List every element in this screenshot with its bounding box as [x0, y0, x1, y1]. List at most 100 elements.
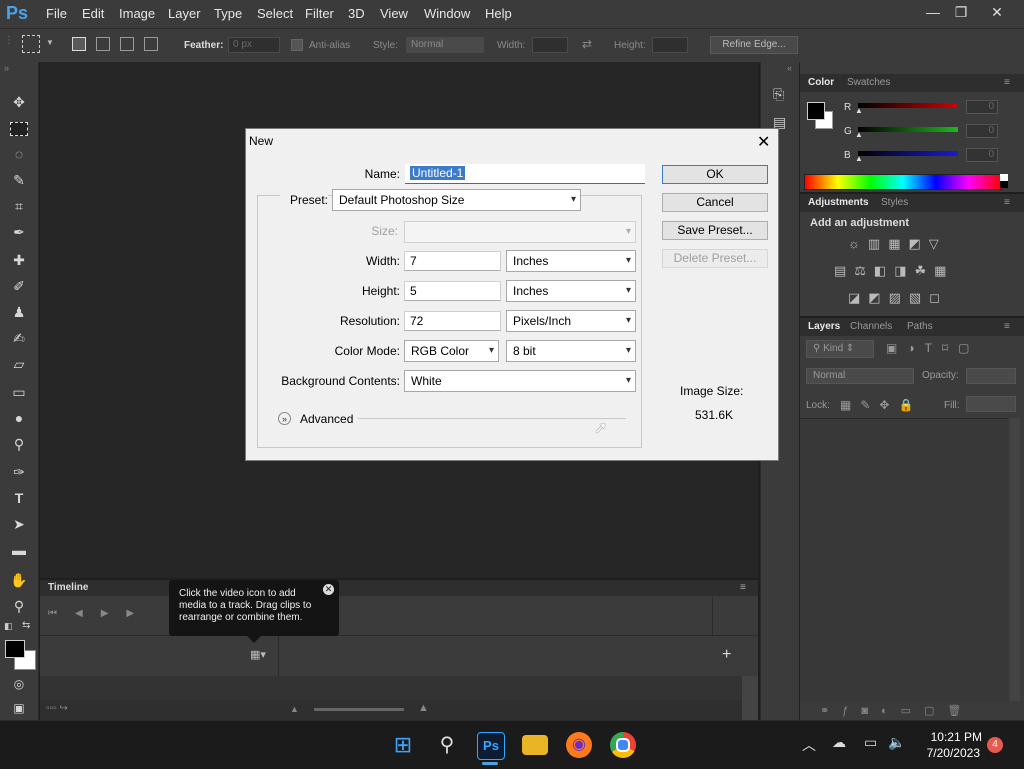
blur-tool-icon[interactable]: ●: [8, 408, 30, 428]
default-colors-icon[interactable]: ◧: [4, 621, 13, 632]
screen-mode-icon[interactable]: ▣: [8, 698, 30, 718]
add-track-button[interactable]: +: [722, 646, 731, 664]
add-to-selection-icon[interactable]: [96, 37, 110, 51]
notification-badge[interactable]: 4: [987, 737, 1003, 753]
gradient-tool-icon[interactable]: ▭: [8, 382, 30, 402]
refine-edge-button[interactable]: Refine Edge...: [710, 36, 798, 54]
rectangular-marquee-tool-icon[interactable]: [10, 122, 28, 136]
search-icon[interactable]: ⚲: [434, 732, 460, 758]
menu-help[interactable]: Help: [485, 6, 512, 21]
cancel-button[interactable]: Cancel: [662, 193, 768, 212]
display-icon[interactable]: ▭: [864, 734, 877, 751]
subtract-from-selection-icon[interactable]: [120, 37, 134, 51]
clone-stamp-tool-icon[interactable]: ♟: [8, 302, 30, 322]
tab-swatches[interactable]: Swatches: [847, 77, 890, 88]
panel-menu-icon[interactable]: ≡: [1004, 77, 1010, 88]
panel-menu-icon[interactable]: ≡: [1004, 321, 1010, 332]
eraser-tool-icon[interactable]: ▱: [8, 354, 30, 374]
close-icon[interactable]: ✕: [323, 584, 334, 595]
preset-select[interactable]: Default Photoshop Size ▾: [332, 189, 581, 211]
volume-icon[interactable]: 🔈: [888, 734, 905, 751]
layers-list[interactable]: [800, 418, 1008, 702]
new-selection-icon[interactable]: [72, 37, 86, 51]
playback-controls[interactable]: ⏮◀▶▶: [48, 608, 152, 619]
crop-tool-icon[interactable]: ⌗: [8, 196, 30, 216]
intersect-selection-icon[interactable]: [144, 37, 158, 51]
clock-date[interactable]: 7/20/2023: [918, 746, 980, 760]
path-selection-tool-icon[interactable]: ➤: [8, 514, 30, 534]
tab-styles[interactable]: Styles: [881, 197, 908, 208]
menu-edit[interactable]: Edit: [82, 6, 104, 21]
height-input[interactable]: 5: [404, 281, 501, 301]
video-track-icon[interactable]: ▦▾: [250, 648, 266, 661]
white-ramp-swatch[interactable]: [1000, 174, 1008, 181]
adjustment-icons-row-3[interactable]: ◪◩▨▧◻: [848, 290, 948, 306]
firefox-icon[interactable]: ◉: [566, 732, 592, 758]
width-unit-select[interactable]: Inches ▾: [506, 250, 636, 272]
resolution-input[interactable]: 72: [404, 311, 501, 331]
timeline-menu-icon[interactable]: ≡: [740, 582, 746, 593]
move-tool-icon[interactable]: ✥: [8, 92, 30, 112]
background-contents-select[interactable]: White ▾: [404, 370, 636, 392]
menu-view[interactable]: View: [380, 6, 408, 21]
height-unit-select[interactable]: Inches ▾: [506, 280, 636, 302]
chevron-up-icon[interactable]: ︿: [802, 735, 816, 755]
close-window-button[interactable]: ✕: [980, 2, 1014, 22]
red-slider-thumb[interactable]: ▲: [855, 106, 863, 115]
foreground-color-chip[interactable]: [807, 102, 825, 120]
width-input[interactable]: [532, 37, 568, 53]
chrome-icon[interactable]: [610, 732, 636, 758]
menu-filter[interactable]: Filter: [305, 6, 334, 21]
tab-paths[interactable]: Paths: [907, 321, 933, 332]
black-ramp-swatch[interactable]: [1000, 181, 1008, 188]
blue-value-input[interactable]: 0: [966, 148, 998, 162]
timeline-footer-icons[interactable]: ▫▫▫ ↪: [46, 703, 68, 714]
dialog-close-button[interactable]: ✕: [757, 132, 770, 152]
network-offline-icon[interactable]: ☁: [832, 734, 846, 751]
advanced-toggle[interactable]: Advanced: [300, 412, 353, 426]
rectangle-tool-icon[interactable]: ▬: [8, 540, 30, 560]
layers-scrollbar[interactable]: [1010, 418, 1020, 701]
lasso-tool-icon[interactable]: ◌: [8, 144, 30, 164]
tab-color[interactable]: Color: [808, 77, 834, 88]
menu-layer[interactable]: Layer: [168, 6, 201, 21]
lock-icons[interactable]: ▦✎✥🔒: [840, 398, 922, 412]
dodge-tool-icon[interactable]: ⚲: [8, 434, 30, 454]
swap-colors-icon[interactable]: ⇆: [22, 620, 30, 631]
tab-layers[interactable]: Layers: [808, 321, 840, 332]
zoom-out-icon[interactable]: ▲: [290, 704, 299, 714]
restore-button[interactable]: ❐: [944, 2, 978, 22]
quick-mask-icon[interactable]: ◎: [8, 674, 30, 694]
height-input[interactable]: [652, 37, 688, 53]
menu-window[interactable]: Window: [424, 6, 470, 21]
color-spectrum-ramp[interactable]: [804, 174, 1002, 190]
zoom-in-icon[interactable]: ▲: [418, 702, 429, 714]
green-value-input[interactable]: 0: [966, 124, 998, 138]
hand-tool-icon[interactable]: ✋: [8, 570, 30, 590]
brush-tool-icon[interactable]: ✐: [8, 276, 30, 296]
menu-file[interactable]: File: [46, 6, 67, 21]
zoom-tool-icon[interactable]: ⚲: [8, 596, 30, 616]
history-panel-icon[interactable]: ⎘: [773, 86, 784, 103]
filter-kind-select[interactable]: ⚲ Kind ⇕: [806, 340, 874, 358]
menu-image[interactable]: Image: [119, 6, 155, 21]
layer-footer-icons[interactable]: ⚭ƒ◙◐▭▢🗑: [820, 704, 974, 717]
quick-selection-tool-icon[interactable]: ✎: [8, 170, 30, 190]
style-select[interactable]: Normal: [406, 37, 484, 53]
expand-advanced-icon[interactable]: »: [278, 412, 291, 425]
pen-tool-icon[interactable]: ✑: [8, 462, 30, 482]
tab-channels[interactable]: Channels: [850, 321, 892, 332]
file-explorer-icon[interactable]: [522, 735, 548, 755]
windows-start-icon[interactable]: ⊞: [390, 732, 416, 758]
fill-input[interactable]: [966, 396, 1016, 412]
collapse-icon[interactable]: »: [4, 63, 9, 73]
save-preset-button[interactable]: Save Preset...: [662, 221, 768, 240]
menu-select[interactable]: Select: [257, 6, 293, 21]
feather-input[interactable]: 0 px: [228, 37, 280, 53]
healing-brush-tool-icon[interactable]: ✚: [8, 250, 30, 270]
marquee-tool-preset-icon[interactable]: [22, 35, 40, 53]
width-input[interactable]: 7: [404, 251, 501, 271]
ok-button[interactable]: OK: [662, 165, 768, 184]
blend-mode-select[interactable]: Normal: [806, 368, 914, 384]
timeline-scrollbar[interactable]: [742, 676, 758, 720]
